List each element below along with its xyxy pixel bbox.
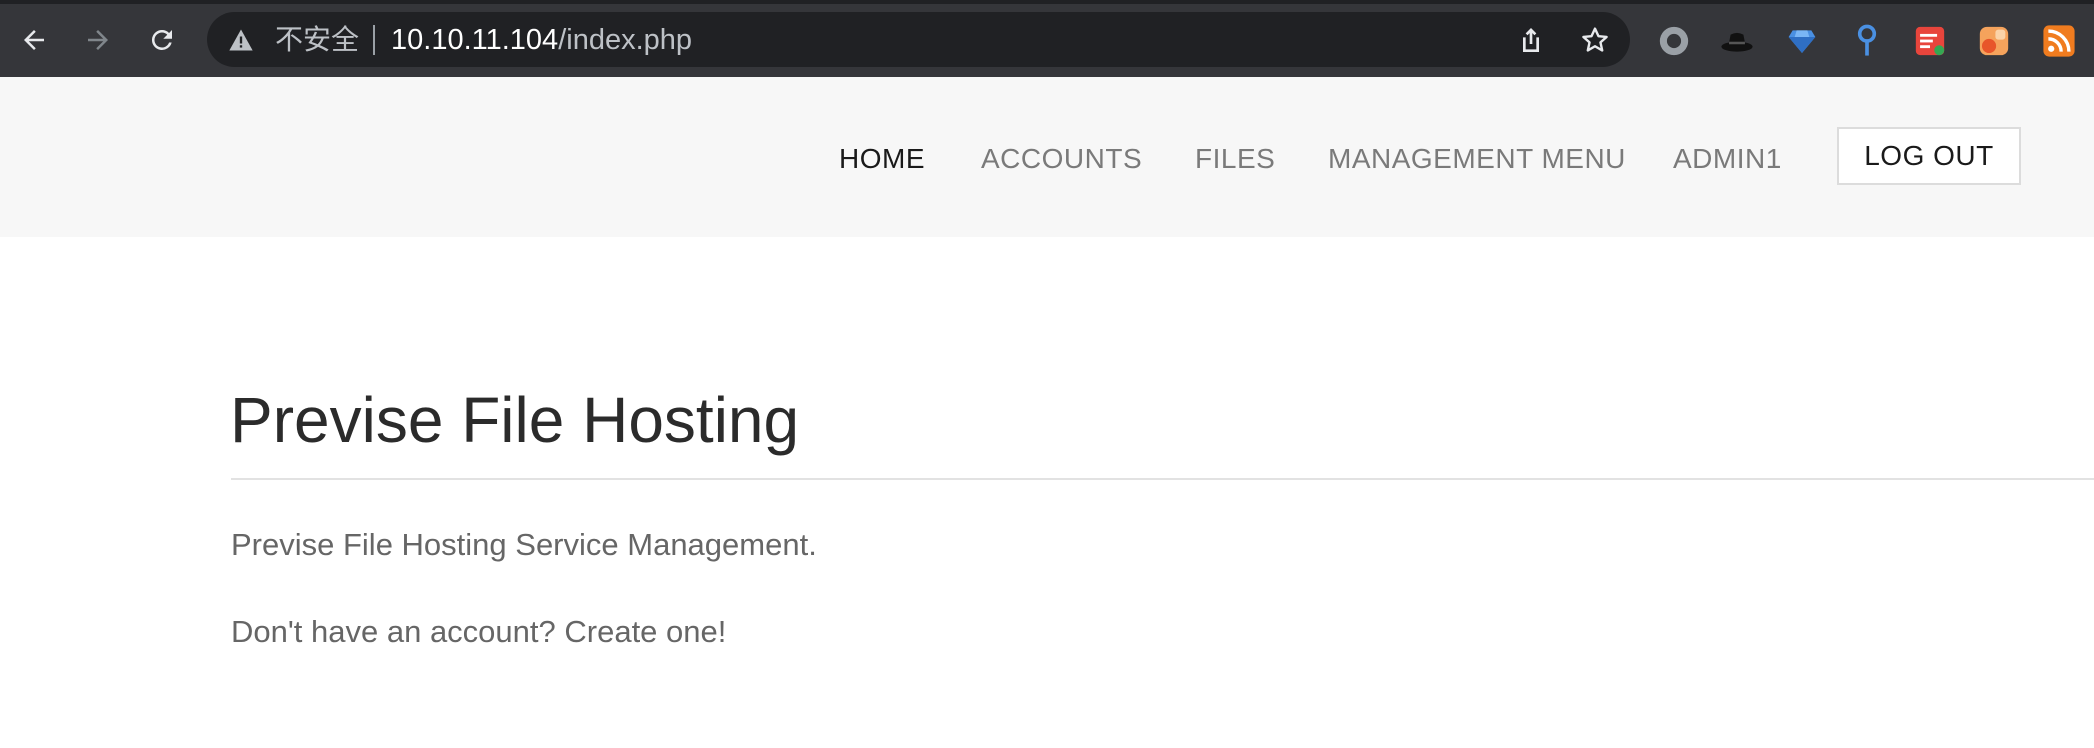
address-bar[interactable]: 不安全 10.10.11.104/index.php bbox=[207, 12, 1630, 67]
orange-app-extension-icon[interactable] bbox=[1977, 24, 2011, 58]
nav-files-link[interactable]: FILES bbox=[1195, 143, 1275, 175]
forward-button[interactable] bbox=[72, 14, 124, 66]
main-content: Previse File Hosting Previse File Hostin… bbox=[0, 237, 2094, 748]
arrow-right-icon bbox=[88, 30, 108, 50]
notes-extension-icon[interactable] bbox=[1913, 24, 1947, 58]
pin-extension-icon[interactable] bbox=[1850, 24, 1884, 58]
share-icon[interactable] bbox=[1515, 24, 1547, 56]
address-divider bbox=[373, 25, 375, 55]
nav-user-link[interactable]: ADMIN1 bbox=[1673, 143, 1782, 175]
security-status-label[interactable]: 不安全 bbox=[275, 24, 359, 56]
url-path: /index.php bbox=[558, 24, 693, 56]
site-navbar: HOME ACCOUNTS FILES MANAGEMENT MENU ADMI… bbox=[0, 77, 2094, 237]
gem-extension-icon[interactable] bbox=[1785, 24, 1819, 58]
nav-management-menu-link[interactable]: MANAGEMENT MENU bbox=[1328, 143, 1626, 175]
url-text[interactable]: 10.10.11.104/index.php bbox=[391, 23, 692, 57]
url-host: 10.10.11.104 bbox=[391, 24, 559, 56]
rss-extension-icon[interactable] bbox=[2042, 24, 2076, 58]
service-description: Previse File Hosting Service Management. bbox=[231, 527, 817, 562]
nav-home-link[interactable]: HOME bbox=[839, 143, 925, 175]
title-divider bbox=[231, 478, 2094, 480]
nav-accounts-link[interactable]: ACCOUNTS bbox=[981, 143, 1142, 175]
reload-icon bbox=[151, 29, 172, 50]
arrow-left-icon bbox=[24, 30, 44, 50]
browser-toolbar: 不安全 10.10.11.104/index.php bbox=[0, 0, 2094, 77]
hat-extension-icon[interactable] bbox=[1720, 24, 1754, 58]
bookmark-star-icon[interactable] bbox=[1579, 24, 1611, 56]
page-title: Previse File Hosting bbox=[230, 384, 800, 456]
signup-prompt: Don't have an account? Create one! bbox=[231, 614, 727, 649]
reload-button[interactable] bbox=[136, 14, 188, 66]
circle-extension-icon[interactable] bbox=[1657, 24, 1691, 58]
logout-button[interactable]: LOG OUT bbox=[1837, 127, 2021, 185]
warning-icon[interactable] bbox=[227, 26, 255, 54]
back-button[interactable] bbox=[8, 14, 60, 66]
